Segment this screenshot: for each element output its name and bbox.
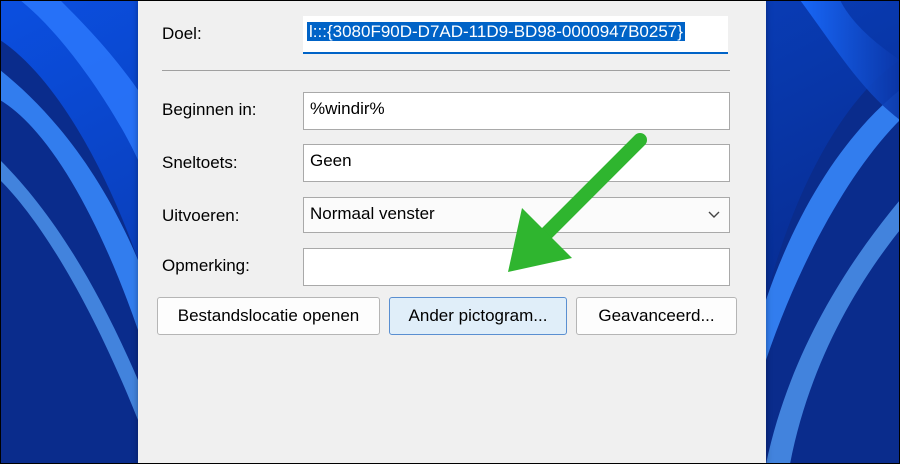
- comment-label: Opmerking:: [162, 256, 250, 275]
- target-label: Doel:: [162, 24, 202, 43]
- start-in-field[interactable]: %windir%: [303, 92, 730, 130]
- start-in-value: %windir%: [310, 99, 385, 118]
- run-select[interactable]: Normaal venster: [303, 197, 730, 233]
- advanced-button[interactable]: Geavanceerd...: [576, 297, 737, 335]
- shortcut-key-field[interactable]: Geen: [303, 144, 730, 182]
- target-field[interactable]: l:::{3080F90D-D7AD-11D9-BD98-0000947B025…: [303, 16, 728, 54]
- target-value: l:::{3080F90D-D7AD-11D9-BD98-0000947B025…: [307, 22, 685, 41]
- separator: [162, 70, 730, 71]
- run-label: Uitvoeren:: [162, 206, 240, 225]
- open-file-location-button[interactable]: Bestandslocatie openen: [157, 297, 380, 335]
- chevron-down-icon: [708, 211, 720, 218]
- start-in-label: Beginnen in:: [162, 100, 257, 119]
- run-select-value: Normaal venster: [310, 204, 435, 223]
- change-icon-button[interactable]: Ander pictogram...: [389, 297, 567, 335]
- shortcut-key-label: Sneltoets:: [162, 153, 238, 172]
- shortcut-key-value: Geen: [310, 151, 352, 170]
- comment-field[interactable]: [303, 248, 730, 286]
